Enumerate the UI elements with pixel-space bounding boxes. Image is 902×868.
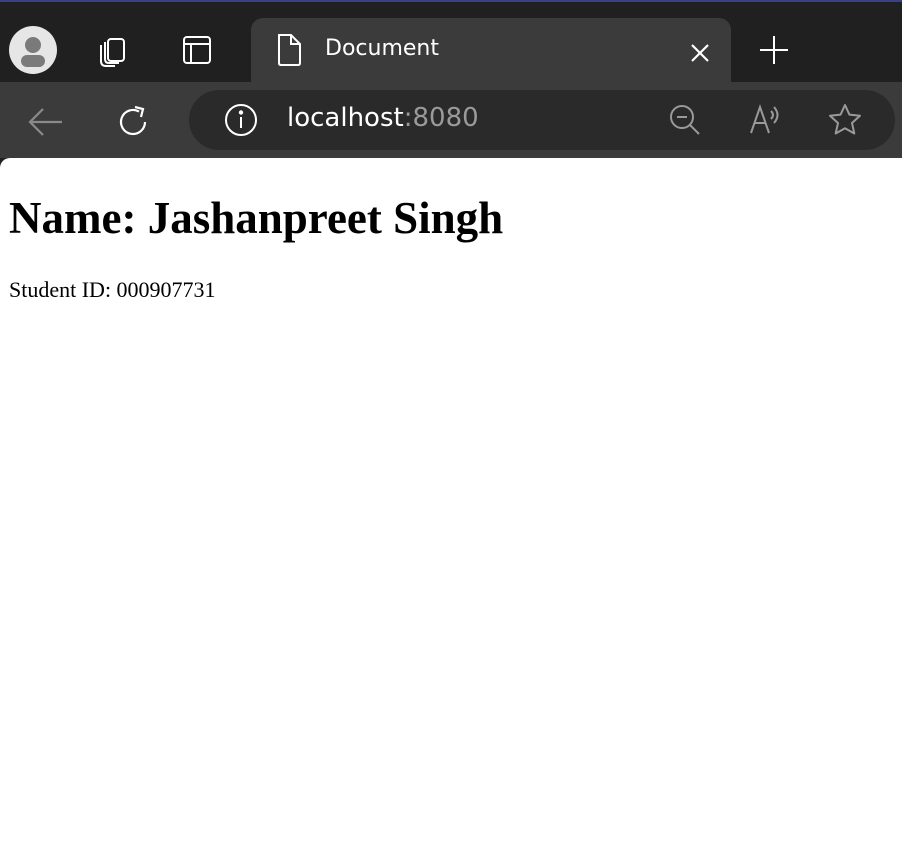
star-icon[interactable] [827,102,863,138]
read-aloud-icon[interactable] [747,102,783,138]
page-heading: Name: Jashanpreet Singh [9,193,504,243]
tab-title: Document [325,36,439,61]
zoom-out-icon[interactable] [667,102,703,138]
browser-window: Document localhost:8080 Name: Jashanpree… [0,0,902,868]
workspaces-icon[interactable] [87,24,139,76]
address-port: :8080 [403,103,479,133]
vertical-tabs-icon[interactable] [171,24,223,76]
tab-document[interactable]: Document [251,18,731,84]
plus-icon[interactable] [756,32,792,68]
address-bar[interactable]: localhost:8080 [189,90,895,150]
tab-strip: Document [0,2,902,84]
navigation-toolbar: localhost:8080 [0,82,902,158]
page-icon [275,32,303,73]
refresh-icon[interactable] [111,100,155,144]
info-icon[interactable] [223,102,259,138]
back-arrow-icon[interactable] [24,100,68,144]
address-host: localhost [287,103,404,133]
profile-avatar-icon[interactable] [9,26,57,74]
close-icon[interactable] [685,38,715,68]
address-text[interactable]: localhost:8080 [287,103,479,133]
student-id-text: Student ID: 000907731 [9,277,216,302]
page-viewport: Name: Jashanpreet Singh Student ID: 0009… [0,158,902,868]
